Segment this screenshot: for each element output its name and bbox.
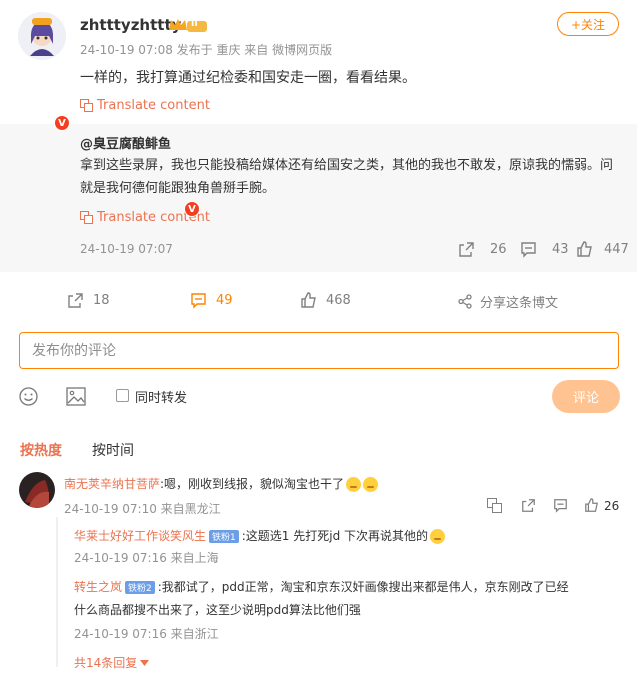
repost-checkbox[interactable] xyxy=(116,389,129,402)
translate-icon xyxy=(80,99,93,112)
author-username[interactable]: zhtttyzhttty xyxy=(80,16,181,34)
image-icon xyxy=(66,387,86,406)
original-text: 拿到这些录屏，我也只能投稿给媒体还有给国安之类，其他的我也不敢发，原谅我的懦弱。… xyxy=(80,158,614,196)
comment-reply-button[interactable] xyxy=(553,498,568,517)
repost-count: 18 xyxy=(93,293,110,308)
like-icon xyxy=(577,241,592,257)
repost-checkbox-label[interactable]: 同时转发 xyxy=(135,387,187,406)
comment-icon xyxy=(191,293,206,309)
reply-thread-divider xyxy=(56,517,58,667)
vip-level: II xyxy=(191,19,198,29)
comment-line: 南无荚辛纳甘菩萨:嗯，刚收到线报，貌似淘宝也干了 xyxy=(64,475,379,492)
image-button[interactable] xyxy=(66,387,86,410)
comment-repost-button[interactable] xyxy=(521,498,536,517)
repost-button[interactable]: 18 xyxy=(67,292,110,309)
comment-like-button[interactable]: 26 xyxy=(584,498,619,513)
comment-text: :嗯，刚收到线报，貌似淘宝也干了 xyxy=(160,477,345,491)
emoji-button[interactable] xyxy=(19,387,38,410)
author-avatar[interactable] xyxy=(18,12,66,60)
translate-icon xyxy=(487,498,502,513)
share-icon xyxy=(458,294,472,309)
emoji-icon xyxy=(346,477,362,492)
verified-icon: V xyxy=(54,115,70,131)
share-label: 分享这条博文 xyxy=(480,296,559,311)
reply-time: 24-10-19 07:16 来自浙江 xyxy=(74,627,219,641)
post-text: 一样的，我打算通过纪检委和国安走一圈，看看结果。 xyxy=(80,70,416,86)
reply-text-continued: 什么商品都搜不出来了，这至少说明pdd算法比他们强 xyxy=(74,603,361,617)
comment-count: 49 xyxy=(216,293,233,308)
verified-icon: V xyxy=(184,201,200,217)
translate-label: Translate content xyxy=(97,98,210,113)
original-repost-count: 26 xyxy=(490,242,507,257)
fan-badge: 铁粉2 xyxy=(125,581,155,594)
replier-name[interactable]: 转生之岚 xyxy=(74,580,122,594)
original-like-button[interactable]: 447 xyxy=(576,241,629,258)
emoji-icon xyxy=(430,529,446,544)
share-button[interactable]: 分享这条博文 xyxy=(458,292,558,311)
reply-text: :我都试了，pdd正常，淘宝和京东汉奸画像搜出来都是伟人，京东刚改了已经 xyxy=(157,580,569,594)
translate-post-link[interactable]: Translate content xyxy=(80,98,210,113)
original-like-count: 447 xyxy=(604,242,629,257)
like-icon xyxy=(585,498,599,512)
fan-badge: 铁粉1 xyxy=(209,530,239,543)
repost-icon xyxy=(68,293,83,308)
translate-icon xyxy=(80,211,93,224)
original-repost-button[interactable]: 26 xyxy=(458,241,507,258)
comment-icon xyxy=(554,499,567,513)
vip-crown-icon[interactable]: II xyxy=(168,16,208,34)
original-time[interactable]: 24-10-19 07:07 xyxy=(80,242,173,256)
reply-line: 转生之岚 铁粉2:我都试了，pdd正常，淘宝和京东汉奸画像搜出来都是伟人，京东刚改… xyxy=(74,578,569,595)
like-count: 468 xyxy=(326,293,351,308)
smile-icon xyxy=(19,387,38,406)
reply-line: 华莱士好好工作谈笑风生 铁粉1:这题选1 先打死jd 下次再说其他的 xyxy=(74,527,446,544)
commenter-avatar[interactable] xyxy=(19,472,55,508)
comment-like-count: 26 xyxy=(604,498,620,513)
original-comment-button[interactable]: 43 xyxy=(520,241,569,258)
post-meta: 24-10-19 07:08 发布于 重庆 来自 微博网页版 xyxy=(80,43,333,57)
submit-comment-button[interactable]: 评论 xyxy=(552,380,620,413)
original-author[interactable]: @臭豆腐酿鲱鱼 xyxy=(80,133,171,152)
repost-icon xyxy=(522,499,535,512)
comment-input[interactable] xyxy=(19,332,619,369)
comment-translate-button[interactable] xyxy=(487,498,502,517)
emoji-icon xyxy=(363,477,379,492)
original-comment-count: 43 xyxy=(552,242,569,257)
comment-icon xyxy=(521,242,536,258)
tab-sort-hot[interactable]: 按热度 xyxy=(20,440,62,460)
comment-time: 24-10-19 07:10 来自黑龙江 xyxy=(64,502,221,516)
replier-name[interactable]: 华莱士好好工作谈笑风生 xyxy=(74,529,206,543)
repost-icon xyxy=(459,242,474,257)
more-replies-link[interactable]: 共14条回复 xyxy=(74,654,150,671)
commenter-name[interactable]: 南无荚辛纳甘菩萨 xyxy=(64,477,160,491)
tab-sort-time[interactable]: 按时间 xyxy=(92,440,134,460)
like-button[interactable]: 468 xyxy=(300,292,351,309)
like-icon xyxy=(301,292,316,308)
reply-time: 24-10-19 07:16 来自上海 xyxy=(74,551,219,565)
follow-button[interactable]: +关注 xyxy=(557,12,619,36)
more-replies-label: 共14条回复 xyxy=(74,656,138,670)
comment-button[interactable]: 49 xyxy=(190,292,233,309)
caret-down-icon xyxy=(140,659,150,666)
reply-text: :这题选1 先打死jd 下次再说其他的 xyxy=(241,529,429,543)
